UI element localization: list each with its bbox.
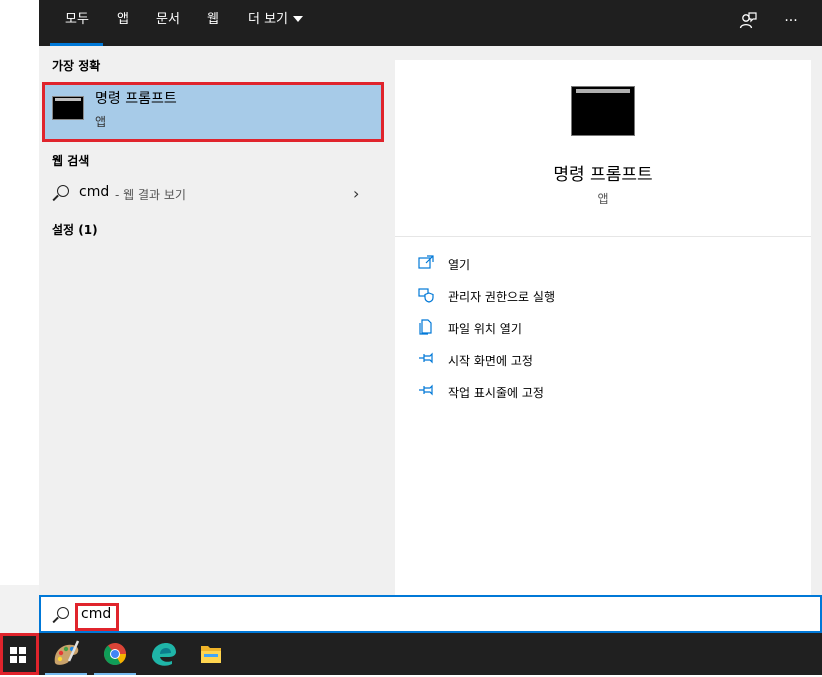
divider bbox=[395, 236, 811, 237]
windows-logo-icon bbox=[10, 647, 26, 663]
action-label: 파일 위치 열기 bbox=[448, 322, 522, 336]
feedback-icon-svg bbox=[739, 12, 757, 29]
tab-web[interactable]: 웹 bbox=[207, 0, 219, 46]
best-match-subtitle: 앱 bbox=[95, 115, 107, 129]
tab-more[interactable]: 더 보기 bbox=[248, 0, 304, 46]
chrome-app-icon[interactable] bbox=[94, 633, 136, 675]
preview-subtitle: 앱 bbox=[597, 192, 609, 206]
file-location-icon-svg bbox=[419, 319, 432, 335]
more-options-icon[interactable]: ··· bbox=[777, 9, 805, 33]
start-button[interactable] bbox=[0, 633, 39, 675]
search-icon bbox=[57, 607, 69, 619]
tab-apps[interactable]: 앱 bbox=[117, 0, 129, 46]
search-tabs-bar: 모두 앱 문서 웹 더 보기 ··· bbox=[39, 0, 822, 46]
file-location-icon bbox=[417, 319, 435, 335]
edge-app-icon[interactable] bbox=[142, 633, 184, 675]
folder-icon-svg bbox=[201, 646, 221, 663]
pin-icon bbox=[417, 351, 435, 367]
tab-documents[interactable]: 문서 bbox=[156, 0, 180, 46]
settings-heading[interactable]: 설정 (1) bbox=[52, 221, 98, 238]
chevron-down-icon bbox=[293, 15, 304, 22]
command-prompt-icon bbox=[52, 96, 84, 120]
search-box[interactable] bbox=[39, 595, 822, 633]
web-search-query: cmd bbox=[79, 184, 110, 200]
file-explorer-app-icon[interactable] bbox=[190, 633, 232, 675]
action-label: 시작 화면에 고정 bbox=[448, 354, 533, 368]
best-match-heading: 가장 정확 bbox=[52, 59, 101, 73]
shield-icon bbox=[417, 287, 435, 303]
desktop-background bbox=[0, 0, 39, 633]
pin-icon-svg bbox=[419, 352, 433, 364]
chrome-icon-svg bbox=[104, 643, 126, 665]
search-icon bbox=[57, 185, 69, 197]
open-icon-svg bbox=[418, 255, 434, 269]
web-search-item[interactable]: cmd - 웹 결과 보기 › bbox=[39, 175, 395, 211]
tab-all[interactable]: 모두 bbox=[50, 0, 103, 46]
feedback-icon[interactable] bbox=[734, 9, 762, 33]
edge-icon-svg bbox=[152, 643, 176, 666]
best-match-title: 명령 프롬프트 bbox=[95, 91, 177, 107]
desktop-background-bottom bbox=[0, 585, 39, 633]
preview-title: 명령 프롬프트 bbox=[553, 165, 653, 185]
pin-icon-svg bbox=[419, 384, 433, 396]
open-icon bbox=[417, 255, 435, 271]
paint-app-icon[interactable] bbox=[45, 633, 87, 675]
tab-more-label: 더 보기 bbox=[248, 12, 289, 27]
best-match-item[interactable]: 명령 프롬프트 앱 bbox=[43, 83, 384, 142]
command-prompt-large-icon bbox=[571, 86, 635, 136]
results-pane: 가장 정확 명령 프롬프트 앱 웹 검색 cmd - 웹 결과 보기 › 설정 … bbox=[39, 46, 395, 595]
paint-icon-svg bbox=[54, 640, 80, 665]
search-input[interactable] bbox=[81, 605, 681, 623]
shield-icon-svg bbox=[418, 288, 434, 303]
action-label: 관리자 권한으로 실행 bbox=[448, 290, 555, 304]
pin-icon bbox=[417, 383, 435, 399]
web-search-hint: - 웹 결과 보기 bbox=[115, 188, 186, 202]
preview-pane: 명령 프롬프트 앱 열기 관리자 권한으로 실행 파일 위치 열기 시작 화면에… bbox=[395, 46, 822, 595]
web-search-heading: 웹 검색 bbox=[52, 154, 90, 168]
taskbar bbox=[0, 633, 822, 675]
action-label: 작업 표시줄에 고정 bbox=[448, 386, 544, 400]
chevron-right-icon[interactable]: › bbox=[353, 184, 359, 203]
preview-card: 명령 프롬프트 앱 열기 관리자 권한으로 실행 파일 위치 열기 시작 화면에… bbox=[395, 60, 811, 595]
action-label: 열기 bbox=[448, 258, 471, 272]
